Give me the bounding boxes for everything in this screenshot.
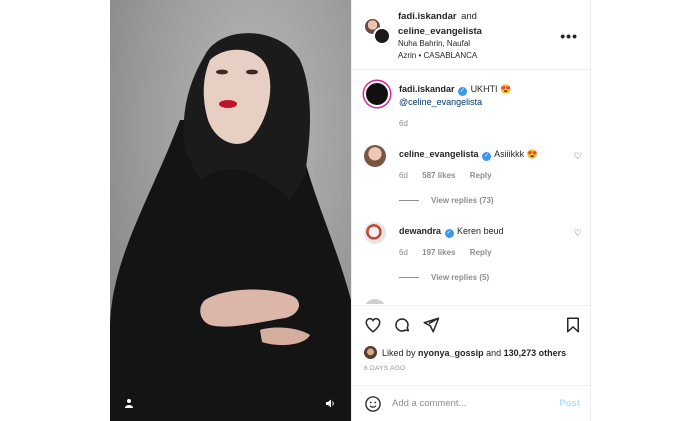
header-and-text: and	[461, 11, 477, 22]
header-tagged-line[interactable]: Nuha Bahrin, Naufal	[398, 38, 558, 50]
reply-button[interactable]: Reply	[470, 171, 492, 180]
comment-time[interactable]: 6d	[399, 248, 408, 257]
tagged-users-button[interactable]	[119, 393, 139, 413]
avatar[interactable]	[364, 299, 386, 304]
collab-avatars[interactable]	[364, 18, 391, 46]
comment-body: dewandra ✓ Keren beud	[399, 225, 569, 238]
verified-badge-icon: ✓	[458, 87, 468, 96]
avatar[interactable]	[373, 27, 391, 45]
header-location-line[interactable]: Azrin • CASABLANCA	[398, 50, 558, 62]
caption-body: fadi.iskandar ✓ UKHTI 😍 @celine_evangeli…	[399, 83, 569, 109]
heart-icon[interactable]	[364, 316, 382, 334]
caption-username[interactable]: fadi.iskandar	[399, 84, 455, 94]
view-replies-label[interactable]: View replies (5)	[431, 273, 489, 282]
comment-icon[interactable]	[393, 316, 411, 334]
caption-time[interactable]: 6d	[399, 119, 408, 128]
comment-text: Keren beud	[457, 226, 504, 236]
likes-count[interactable]: 130,273 others	[504, 348, 567, 358]
heart-icon[interactable]: ♡	[574, 151, 582, 162]
comment-likes[interactable]: 587 likes	[422, 171, 455, 180]
likes-joiner: and	[486, 347, 502, 358]
bookmark-icon[interactable]	[564, 316, 582, 334]
verified-badge-icon: ✓	[482, 152, 492, 161]
user-icon	[125, 399, 133, 408]
comment-meta: 6d 587 likes Reply	[399, 171, 504, 180]
reply-button[interactable]: Reply	[470, 248, 492, 257]
comment-username[interactable]: dewandra	[399, 226, 441, 236]
header-names: fadi.iskandar and celine_evangelista Nuh…	[398, 8, 558, 62]
post-details-panel: fadi.iskandar and celine_evangelista Nuh…	[351, 0, 592, 421]
likes-summary: Liked by nyonya_gossip and 130,273 other…	[364, 346, 566, 359]
comment-text: Asiiikkk 😍	[494, 149, 538, 159]
divider	[399, 277, 419, 278]
view-replies-label[interactable]: View replies (73)	[431, 196, 494, 205]
ellipsis-icon[interactable]: •••	[560, 28, 578, 44]
comments-section[interactable]: fadi.iskandar ✓ UKHTI 😍 @celine_evangeli…	[352, 71, 592, 304]
view-replies-button[interactable]: View replies (73)	[399, 196, 494, 205]
avatar[interactable]	[364, 81, 390, 107]
post-actions: Liked by nyonya_gossip and 130,273 other…	[352, 305, 592, 385]
avatar[interactable]	[364, 222, 386, 244]
action-icons	[364, 316, 582, 336]
avatar[interactable]	[364, 145, 386, 167]
likes-username[interactable]: nyonya_gossip	[418, 348, 484, 358]
divider	[399, 200, 419, 201]
mute-button[interactable]	[320, 393, 340, 413]
caption-mention[interactable]: @celine_evangelista	[399, 97, 482, 107]
header-username[interactable]: celine_evangelista	[398, 26, 482, 37]
verified-badge-icon: ✓	[444, 229, 454, 238]
avatar[interactable]	[364, 346, 377, 359]
comment-time[interactable]: 6d	[399, 171, 408, 180]
heart-icon[interactable]: ♡	[574, 228, 582, 239]
emoji-icon[interactable]	[364, 395, 382, 413]
caption-text: UKHTI 😍	[470, 84, 512, 94]
comment-body: celine_evangelista ✓ Asiiikkk 😍	[399, 148, 569, 161]
post-photo[interactable]	[110, 0, 351, 421]
header-username[interactable]: fadi.iskandar	[398, 11, 457, 22]
comment-username[interactable]: celine_evangelista	[399, 149, 479, 159]
post-header: fadi.iskandar and celine_evangelista Nuh…	[352, 0, 592, 70]
likes-prefix: Liked by	[382, 347, 416, 358]
comment-likes[interactable]: 197 likes	[422, 248, 455, 257]
post-button[interactable]: Post	[559, 398, 580, 409]
post-timestamp[interactable]: 6 DAYS AGO	[364, 365, 406, 372]
caption-meta: 6d	[399, 119, 420, 128]
comment-input[interactable]: Add a comment...	[392, 398, 466, 409]
view-replies-button[interactable]: View replies (5)	[399, 273, 489, 282]
share-icon[interactable]	[422, 316, 440, 334]
comment-meta: 6d 197 likes Reply	[399, 248, 504, 257]
speaker-icon	[325, 399, 334, 407]
hijab-portrait-image	[110, 33, 351, 421]
add-comment-bar: Add a comment... Post	[352, 385, 592, 421]
